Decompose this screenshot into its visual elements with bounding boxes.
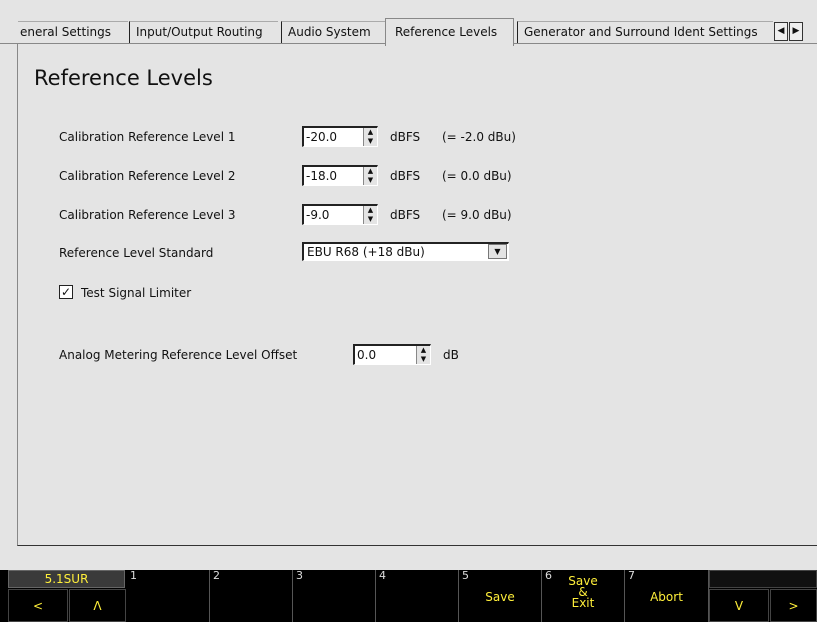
cal-level-3-unit: dBFS bbox=[390, 208, 421, 222]
cal-level-3-stepper[interactable]: -9.0 ▲ ▼ bbox=[302, 204, 378, 225]
nav-down-button[interactable]: V bbox=[709, 589, 769, 622]
test-signal-limiter-checkbox[interactable]: ✓ bbox=[59, 285, 73, 299]
spin-arrows[interactable]: ▲ ▼ bbox=[363, 206, 377, 224]
save-and-exit-label: Save & Exit bbox=[568, 574, 598, 610]
nav-up-button[interactable]: Λ bbox=[69, 589, 126, 622]
preset-indicator[interactable]: 5.1SUR bbox=[8, 570, 125, 588]
cal-level-1-value: -20.0 bbox=[306, 130, 338, 144]
abort-label: Abort bbox=[650, 590, 683, 604]
tab-scroll-left-icon[interactable]: ◀ bbox=[774, 22, 788, 41]
nav-right-button[interactable]: > bbox=[770, 589, 817, 622]
analog-offset-stepper[interactable]: 0.0 ▲ ▼ bbox=[353, 344, 431, 365]
spin-down-icon[interactable]: ▼ bbox=[417, 355, 430, 364]
function-key-3[interactable]: 3 bbox=[293, 569, 376, 622]
spin-arrows[interactable]: ▲ ▼ bbox=[363, 128, 377, 146]
cal-level-3-value: -9.0 bbox=[306, 208, 330, 222]
tab-audio-system[interactable]: Audio System bbox=[281, 21, 385, 43]
function-key-number: 3 bbox=[296, 569, 303, 582]
function-key-2[interactable]: 2 bbox=[210, 569, 293, 622]
abort-button[interactable]: 7 Abort bbox=[625, 569, 709, 622]
chevron-down-icon[interactable]: ▼ bbox=[488, 244, 507, 259]
tab-input-output-routing[interactable]: Input/Output Routing bbox=[129, 21, 278, 43]
cal-level-1-stepper[interactable]: -20.0 ▲ ▼ bbox=[302, 126, 378, 147]
spin-down-icon[interactable]: ▼ bbox=[364, 137, 377, 146]
cal-level-2-value: -18.0 bbox=[306, 169, 338, 183]
spin-up-icon[interactable]: ▲ bbox=[364, 128, 377, 137]
function-key-bar: 5.1SUR < Λ 1 2 3 4 5 Save 6 Save & Exit … bbox=[0, 569, 817, 622]
cal-level-2-stepper[interactable]: -18.0 ▲ ▼ bbox=[302, 165, 378, 186]
cal-level-1-unit: dBFS bbox=[390, 130, 421, 144]
test-signal-limiter-label: Test Signal Limiter bbox=[81, 286, 192, 300]
nav-left-button[interactable]: < bbox=[8, 589, 68, 622]
tab-scroll-right-icon[interactable]: ▶ bbox=[789, 22, 803, 41]
function-key-4[interactable]: 4 bbox=[376, 569, 459, 622]
tab-bar: eneral Settings Input/Output Routing Aud… bbox=[0, 0, 817, 46]
function-key-number: 2 bbox=[213, 569, 220, 582]
tab-reference-levels[interactable]: Reference Levels bbox=[385, 18, 514, 46]
reference-standard-label: Reference Level Standard bbox=[59, 246, 214, 260]
status-slot bbox=[709, 570, 817, 588]
analog-offset-label: Analog Metering Reference Level Offset bbox=[59, 348, 298, 362]
cal-level-1-equiv: (= -2.0 dBu) bbox=[442, 130, 516, 144]
analog-offset-value: 0.0 bbox=[357, 348, 377, 362]
spin-down-icon[interactable]: ▼ bbox=[364, 176, 377, 185]
spin-up-icon[interactable]: ▲ bbox=[364, 167, 377, 176]
function-key-1[interactable]: 1 bbox=[127, 569, 210, 622]
spin-up-icon[interactable]: ▲ bbox=[364, 206, 377, 215]
cal-level-2-unit: dBFS bbox=[390, 169, 421, 183]
function-key-number: 4 bbox=[379, 569, 386, 582]
analog-offset-unit: dB bbox=[443, 348, 459, 362]
function-key-number: 5 bbox=[462, 569, 469, 582]
save-label: Save bbox=[485, 590, 515, 604]
save-and-exit-button[interactable]: 6 Save & Exit bbox=[542, 569, 625, 622]
spin-arrows[interactable]: ▲ ▼ bbox=[363, 167, 377, 185]
spin-up-icon[interactable]: ▲ bbox=[417, 346, 430, 355]
cal-level-3-label: Calibration Reference Level 3 bbox=[59, 208, 236, 222]
reference-standard-select[interactable]: EBU R68 (+18 dBu) ▼ bbox=[302, 242, 509, 261]
tab-general-settings[interactable]: eneral Settings bbox=[18, 21, 128, 43]
spin-down-icon[interactable]: ▼ bbox=[364, 215, 377, 224]
settings-panel: Reference Levels Calibration Reference L… bbox=[17, 44, 817, 546]
cal-level-1-label: Calibration Reference Level 1 bbox=[59, 130, 236, 144]
tab-generator-surround-ident[interactable]: Generator and Surround Ident Settings bbox=[517, 21, 773, 43]
function-key-number: 7 bbox=[628, 569, 635, 582]
spin-arrows[interactable]: ▲ ▼ bbox=[416, 346, 430, 364]
function-key-number: 1 bbox=[130, 569, 137, 582]
save-button[interactable]: 5 Save bbox=[459, 569, 542, 622]
cal-level-3-equiv: (= 9.0 dBu) bbox=[442, 208, 512, 222]
reference-standard-value: EBU R68 (+18 dBu) bbox=[307, 245, 425, 259]
page-title: Reference Levels bbox=[34, 66, 213, 90]
cal-level-2-label: Calibration Reference Level 2 bbox=[59, 169, 236, 183]
cal-level-2-equiv: (= 0.0 dBu) bbox=[442, 169, 512, 183]
